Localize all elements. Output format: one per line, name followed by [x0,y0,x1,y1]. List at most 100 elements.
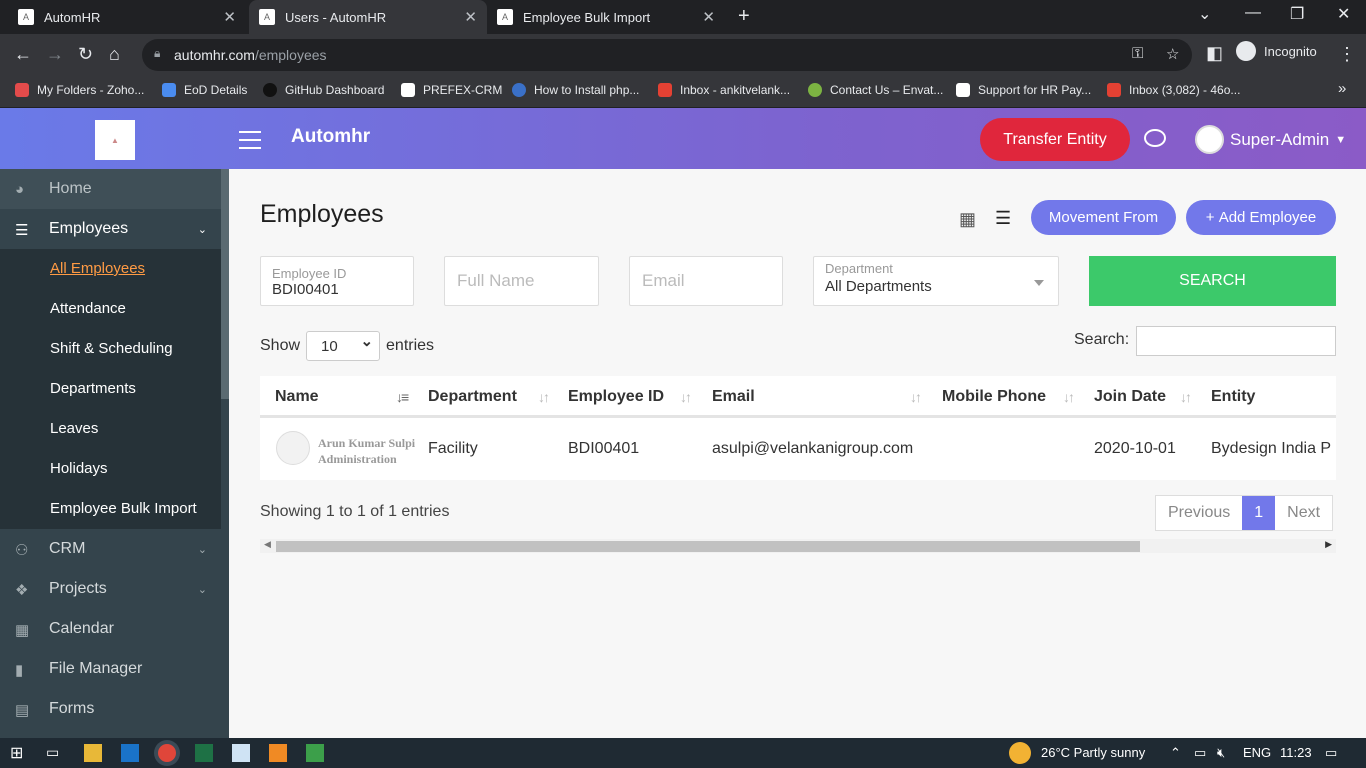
minimize-icon[interactable]: — [1245,4,1261,22]
sort-icon[interactable]: ↓↑ [1180,389,1192,405]
bookmark-item[interactable]: Inbox - ankitvelank... [658,83,790,97]
sidepanel-icon[interactable]: ◧ [1206,43,1223,64]
chat-icon[interactable] [1144,129,1166,147]
tab-search-chevron-icon[interactable]: ⌄ [1198,4,1211,24]
column-header-department[interactable]: Department [428,388,517,406]
employee-id-field[interactable]: Employee ID BDI00401 [260,256,414,306]
movement-from-button[interactable]: Movement From [1031,200,1176,235]
sort-icon[interactable]: ↓↑ [680,389,692,405]
windows-start-icon[interactable]: ⊞ [10,743,28,762]
bookmark-item[interactable]: My Folders - Zoho... [15,83,144,97]
sort-icon[interactable]: ↓↑ [538,389,550,405]
column-header-join-date[interactable]: Join Date [1094,388,1166,406]
chrome-icon[interactable] [158,744,176,762]
horizontal-scrollbar[interactable]: ◀ ▶ [260,539,1336,553]
close-tab-icon[interactable]: ✕ [223,8,236,26]
avatar[interactable] [276,431,310,465]
network-app-icon[interactable] [306,744,324,762]
full-name-input[interactable] [445,257,598,305]
table-search-input[interactable] [1136,326,1336,356]
column-header-employee-id[interactable]: Employee ID [568,388,664,406]
sidebar-subitem-shift-scheduling[interactable]: Shift & Scheduling [50,340,173,357]
scroll-left-icon[interactable]: ◀ [264,539,271,550]
notepad-icon[interactable] [232,744,250,762]
bookmark-item[interactable]: How to Install php... [512,83,639,97]
language-indicator[interactable]: ENG [1243,745,1271,760]
hamburger-menu-icon[interactable] [239,131,261,155]
page-1-button[interactable]: 1 [1242,496,1276,530]
menu-dots-icon[interactable]: ⋮ [1338,44,1356,65]
sidebar-item-projects[interactable]: ❖ Projects ⌄ [0,569,221,609]
weather-icon[interactable] [1009,742,1031,764]
column-header-mobile-phone[interactable]: Mobile Phone [942,388,1046,406]
browser-tab[interactable]: A Employee Bulk Import ✕ [487,0,725,34]
key-icon[interactable]: ⚿ [1132,45,1143,62]
list-view-icon[interactable]: ☰ [995,208,1011,229]
entries-select[interactable]: 10 [306,331,381,361]
clock[interactable]: 11:23 [1280,745,1312,760]
bookmark-item[interactable]: EoD Details [162,83,247,97]
bookmark-star-icon[interactable]: ☆ [1166,45,1179,63]
reload-icon[interactable]: ↻ [78,44,93,65]
bookmark-item[interactable]: PREFEX-CRM [401,83,502,97]
next-page-button[interactable]: Next [1275,496,1332,530]
email-input[interactable] [630,257,782,305]
sidebar-subitem-holidays[interactable]: Holidays [50,460,108,477]
weather-text[interactable]: 26°C Partly sunny [1041,745,1145,760]
restore-icon[interactable]: ❐ [1290,4,1304,24]
close-window-icon[interactable]: ✕ [1337,4,1350,24]
sidebar-item-calendar[interactable]: ▦ Calendar [0,609,221,649]
previous-page-button[interactable]: Previous [1156,496,1242,530]
scrollbar-thumb[interactable] [276,541,1140,552]
forward-icon[interactable]: → [46,44,64,65]
column-header-entity[interactable]: Entity [1211,388,1255,406]
bookmark-item[interactable]: GitHub Dashboard [263,83,384,97]
search-button[interactable]: SEARCH [1089,256,1336,306]
employee-name-cell[interactable]: Arun Kumar Sulpi Administration [318,435,415,467]
network-icon[interactable]: ▭ [1194,745,1206,761]
browser-tab-active[interactable]: A Users - AutomHR ✕ [249,0,487,34]
task-view-icon[interactable]: ▭ [46,744,64,762]
sidebar-subitem-all-employees[interactable]: All Employees [50,260,145,277]
sort-icon[interactable]: ↓↑ [910,389,922,405]
sidebar-subitem-leaves[interactable]: Leaves [50,420,98,437]
sidebar-scrollbar[interactable] [221,169,229,399]
more-bookmarks-icon[interactable]: » [1338,80,1346,97]
notification-icon[interactable]: ▭ [1325,745,1337,761]
home-icon[interactable]: ⌂ [109,44,120,65]
sidebar-item-crm[interactable]: ⚇ CRM ⌄ [0,529,221,569]
bookmark-item[interactable]: Contact Us – Envat... [808,83,943,97]
column-header-email[interactable]: Email [712,388,755,406]
excel-icon[interactable] [195,744,213,762]
sort-desc-icon[interactable]: ↓≡ [396,389,409,405]
browser-tab[interactable]: A AutomHR ✕ [0,0,246,34]
sidebar-subitem-attendance[interactable]: Attendance [50,300,126,317]
back-icon[interactable]: ← [14,44,32,65]
address-bar[interactable]: 🔒︎ automhr.com/employees ⚿ ☆ [142,39,1192,71]
column-header-name[interactable]: Name [275,388,319,406]
department-select[interactable]: Department All Departments [813,256,1059,306]
grid-view-icon[interactable]: ▦ [959,209,976,230]
incognito-indicator[interactable]: Incognito [1236,41,1317,61]
sidebar-item-home[interactable]: ◕ Home [0,169,221,209]
new-tab-icon[interactable]: + [738,5,750,28]
chevron-up-icon[interactable]: ⌃ [1170,745,1181,761]
sort-icon[interactable]: ↓↑ [1063,389,1075,405]
email-field[interactable] [629,256,783,306]
sidebar-item-file-manager[interactable]: ▮ File Manager [0,649,221,689]
close-tab-icon[interactable]: ✕ [464,8,477,26]
add-employee-button[interactable]: + Add Employee [1186,200,1336,235]
sidebar-item-employees[interactable]: ☰ Employees ⌄ [0,209,221,249]
bookmark-item[interactable]: Inbox (3,082) - 46o... [1107,83,1240,97]
full-name-field[interactable] [444,256,599,306]
scroll-right-icon[interactable]: ▶ [1325,539,1332,550]
bookmark-item[interactable]: Support for HR Pay... [956,83,1091,97]
sublime-icon[interactable] [269,744,287,762]
sidebar-subitem-departments[interactable]: Departments [50,380,136,397]
file-explorer-icon[interactable] [84,744,102,762]
mail-icon[interactable] [121,744,139,762]
sidebar-item-forms[interactable]: ▤ Forms [0,689,221,729]
transfer-entity-button[interactable]: Transfer Entity [980,118,1130,161]
company-logo[interactable]: ▲ [95,120,135,160]
volume-muted-icon[interactable]: 🔇︎ [1217,745,1225,761]
